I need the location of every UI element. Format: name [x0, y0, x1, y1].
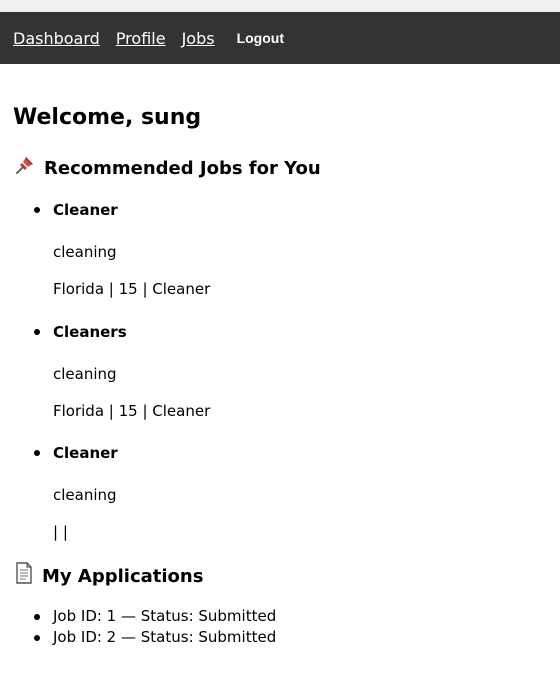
bullet	[34, 329, 40, 335]
bullet	[34, 450, 40, 456]
application-text: Job ID: 2 — Status: Submitted	[53, 628, 277, 646]
recommended-jobs-title: Recommended Jobs for You	[44, 157, 321, 179]
job-meta: Florida | 15 | Cleaner	[53, 402, 211, 420]
applications-list: Job ID: 1 — Status: Submitted Job ID: 2 …	[34, 606, 277, 648]
logout-button[interactable]: Logout	[237, 30, 284, 46]
job-item: Cleaner cleaning Florida | 15 | Cleaner	[34, 200, 211, 299]
job-item: Cleaners cleaning Florida | 15 | Cleaner	[34, 322, 211, 421]
document-icon	[14, 562, 34, 591]
bullet	[34, 635, 40, 641]
application-item: Job ID: 2 — Status: Submitted	[34, 627, 277, 648]
bullet	[34, 614, 40, 620]
job-description: cleaning	[53, 365, 117, 383]
bullet	[34, 207, 40, 213]
browser-top-strip	[0, 0, 560, 12]
nav-link-jobs[interactable]: Jobs	[182, 29, 215, 48]
recommended-jobs-heading: Recommended Jobs for You	[14, 154, 321, 183]
welcome-heading: Welcome, sung	[13, 105, 202, 130]
pushpin-icon	[14, 154, 36, 183]
job-description: cleaning	[53, 486, 117, 504]
job-description: cleaning	[53, 243, 117, 261]
job-meta: Florida | 15 | Cleaner	[53, 280, 211, 298]
my-applications-heading: My Applications	[14, 562, 203, 591]
application-text: Job ID: 1 — Status: Submitted	[53, 607, 277, 625]
job-title: Cleaner	[53, 201, 118, 219]
job-meta: | |	[53, 523, 68, 541]
job-title: Cleaners	[53, 323, 127, 341]
nav-link-dashboard[interactable]: Dashboard	[13, 29, 100, 48]
my-applications-title: My Applications	[42, 565, 204, 587]
job-title: Cleaner	[53, 444, 118, 462]
job-item: Cleaner cleaning | |	[34, 443, 118, 542]
application-item: Job ID: 1 — Status: Submitted	[34, 606, 277, 627]
nav-link-profile[interactable]: Profile	[116, 29, 166, 48]
navbar: Dashboard Profile Jobs Logout	[0, 12, 560, 64]
